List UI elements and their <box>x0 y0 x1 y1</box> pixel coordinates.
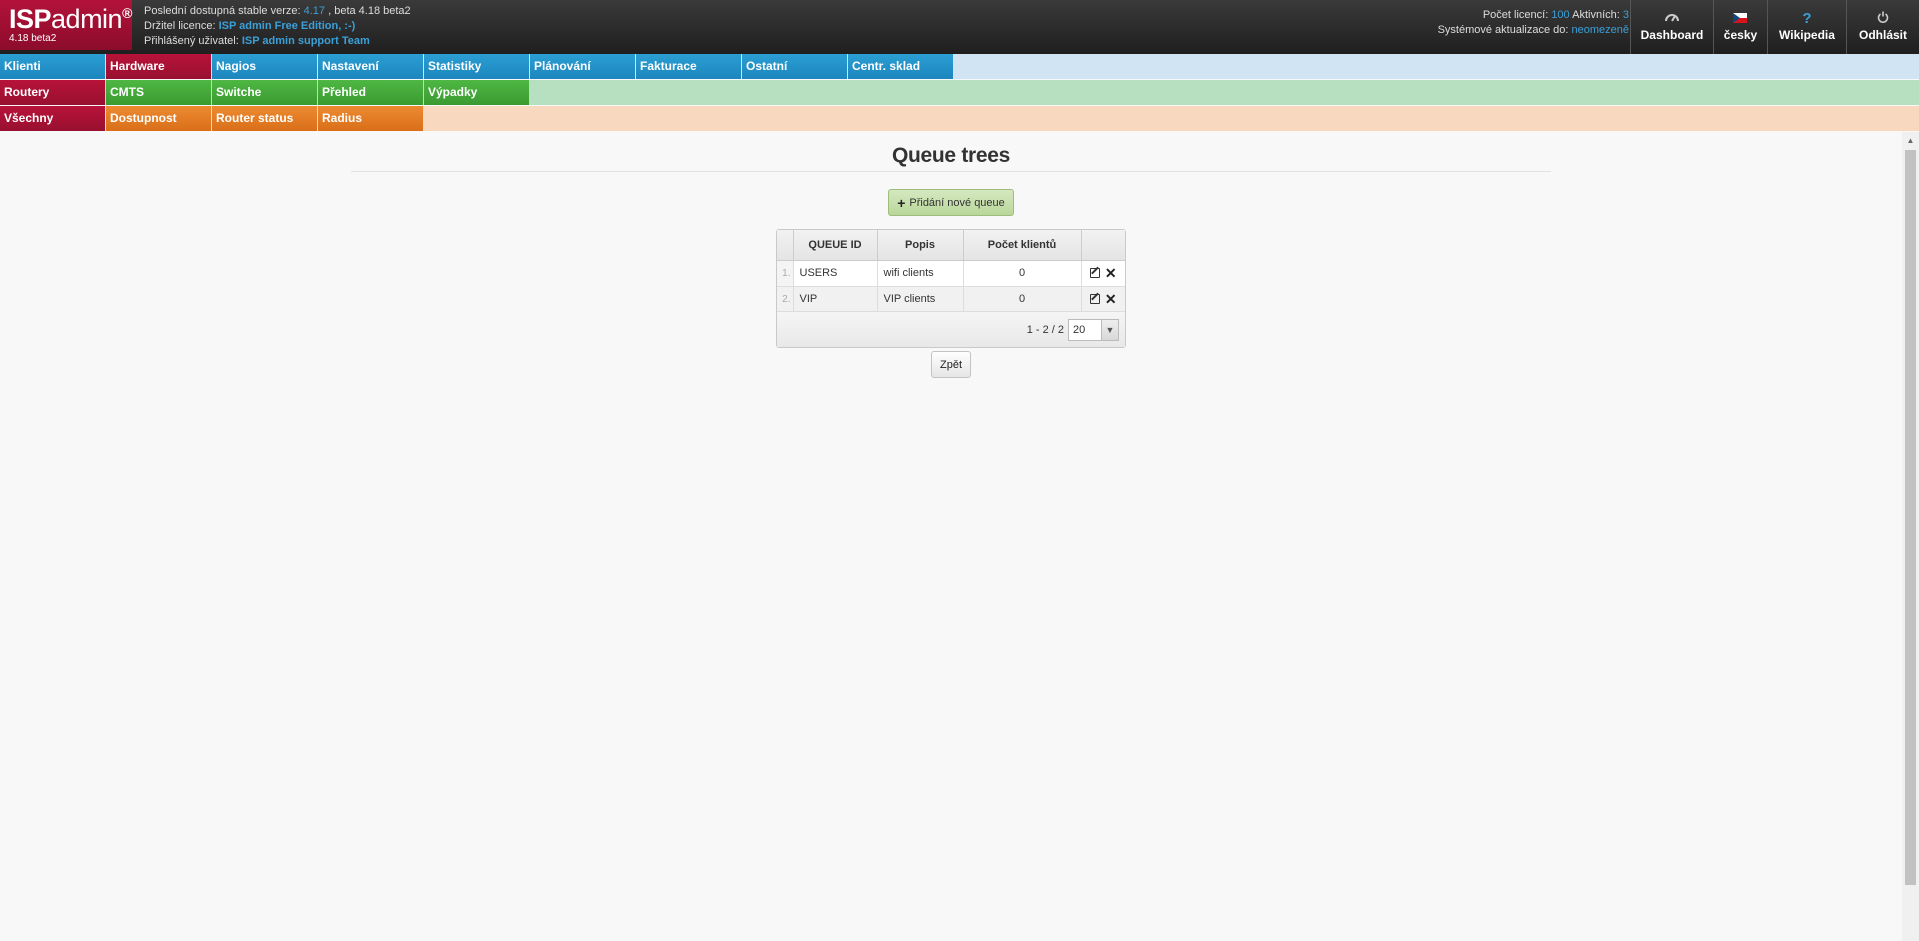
delete-icon[interactable]: ✕ <box>1105 266 1117 280</box>
delete-icon[interactable]: ✕ <box>1105 292 1117 306</box>
edit-icon[interactable] <box>1089 268 1100 279</box>
actions-header <box>1081 230 1125 261</box>
plus-icon: + <box>897 194 906 211</box>
dashboard-gauge-icon <box>1664 11 1679 27</box>
ispadmin-logo[interactable]: ISPadmin® 4.18 beta2 <box>0 0 132 50</box>
license-count-label: Počet licencí: <box>1482 9 1549 21</box>
submenu-switche[interactable]: Switche <box>212 80 317 105</box>
scroll-up-arrow-icon[interactable]: ▲ <box>1902 132 1919 149</box>
menu-nagios[interactable]: Nagios <box>212 54 317 79</box>
submenu-router-status[interactable]: Router status <box>212 106 317 131</box>
queue-id-cell: VIP <box>793 286 878 313</box>
language-label: česky <box>1723 28 1758 42</box>
menu-ostatni[interactable]: Ostatní <box>742 54 847 79</box>
logo-registered-mark: ® <box>122 5 132 21</box>
queue-id-cell: USERS <box>793 260 878 287</box>
routery-submenu: Všechny Dostupnost Router status Radius <box>0 106 1919 131</box>
vertical-scrollbar[interactable]: ▲ <box>1902 132 1919 941</box>
license-active-value: 3 <box>1622 9 1629 21</box>
license-count-value: 100 <box>1551 9 1570 21</box>
title-divider <box>351 171 1551 172</box>
logged-user-value[interactable]: ISP admin support Team <box>242 35 370 47</box>
submenu-vsechny[interactable]: Všechny <box>0 106 105 131</box>
menu-klienti[interactable]: Klienti <box>0 54 105 79</box>
column-pocet-klientu[interactable]: Počet klientů <box>963 230 1082 261</box>
menu-centr-sklad[interactable]: Centr. sklad <box>848 54 953 79</box>
submenu-radius[interactable]: Radius <box>318 106 423 131</box>
header-info: Poslední dostupná stable verze: 4.17 , b… <box>144 4 411 49</box>
top-header: ISPadmin® 4.18 beta2 Poslední dostupná s… <box>0 0 1919 54</box>
updates-value: neomezeně <box>1571 24 1630 36</box>
license-holder-value: ISP admin Free Edition, :-) <box>218 20 356 32</box>
menu-planovani[interactable]: Plánování <box>530 54 635 79</box>
add-queue-label: Přidání nové queue <box>909 196 1005 209</box>
chevron-down-icon[interactable]: ▼ <box>1101 319 1118 340</box>
page-size-select[interactable]: 20 ▼ <box>1068 318 1119 341</box>
page-size-value: 20 <box>1073 323 1086 336</box>
menu-fakturace[interactable]: Fakturace <box>636 54 741 79</box>
column-queue-id[interactable]: QUEUE ID <box>793 230 878 261</box>
logo-brand-thin: admin <box>51 4 123 34</box>
row-number-header <box>777 230 794 261</box>
wikipedia-button[interactable]: ? Wikipedia <box>1766 0 1846 54</box>
table-pager: 1 - 2 / 2 20 ▼ <box>777 311 1125 347</box>
main-menu: Klienti Hardware Nagios Nastavení Statis… <box>0 54 1919 79</box>
stable-version-label: Poslední dostupná stable verze: <box>144 5 301 17</box>
count-cell: 0 <box>963 260 1082 287</box>
table-row: 1. USERS wifi clients 0 ✕ <box>777 260 1125 287</box>
power-icon <box>1877 11 1889 27</box>
logout-button[interactable]: Odhlásit <box>1845 0 1919 54</box>
back-button[interactable]: Zpět <box>931 351 971 378</box>
language-button[interactable]: česky <box>1712 0 1767 54</box>
scrollbar-thumb[interactable] <box>1905 150 1916 885</box>
page-title: Queue trees <box>891 144 1011 167</box>
menu-nastaveni[interactable]: Nastavení <box>318 54 423 79</box>
row-number: 1. <box>777 260 794 287</box>
table-row: 2. VIP VIP clients 0 ✕ <box>777 286 1125 313</box>
submenu-routery[interactable]: Routery <box>0 80 105 105</box>
question-mark-icon: ? <box>1802 10 1812 27</box>
beta-version-text: , beta 4.18 beta2 <box>328 5 411 17</box>
license-info: Počet licencí: 100 Aktivních: 3 Systémov… <box>1438 8 1629 38</box>
logo-brand-bold: ISP <box>9 4 52 34</box>
column-popis[interactable]: Popis <box>877 230 964 261</box>
logged-user-label: Přihlášený uživatel: <box>144 35 239 47</box>
logout-label: Odhlásit <box>1858 28 1907 42</box>
menu-hardware[interactable]: Hardware <box>106 54 211 79</box>
dashboard-button[interactable]: Dashboard <box>1629 0 1713 54</box>
license-active-label: Aktivních: <box>1572 9 1620 21</box>
submenu-dostupnost[interactable]: Dostupnost <box>106 106 211 131</box>
header-buttons: Dashboard česky ? Wikipedia Odhlásit <box>1629 0 1919 54</box>
menu-statistiky[interactable]: Statistiky <box>424 54 529 79</box>
dashboard-label: Dashboard <box>1640 28 1704 42</box>
submenu-vypadky[interactable]: Výpadky <box>424 80 529 105</box>
pager-range: 1 - 2 / 2 <box>1026 323 1064 336</box>
count-cell: 0 <box>963 286 1082 313</box>
stable-version-link[interactable]: 4.17 <box>304 5 325 17</box>
hardware-submenu: Routery CMTS Switche Přehled Výpadky <box>0 80 1919 105</box>
wikipedia-label: Wikipedia <box>1779 28 1835 42</box>
actions-cell: ✕ <box>1081 260 1125 287</box>
queue-table: QUEUE ID Popis Počet klientů 1. USERS wi… <box>776 229 1126 348</box>
submenu-cmts[interactable]: CMTS <box>106 80 211 105</box>
popis-cell: wifi clients <box>877 260 964 287</box>
popis-cell: VIP clients <box>877 286 964 313</box>
updates-label: Systémové aktualizace do: <box>1437 24 1569 36</box>
actions-cell: ✕ <box>1081 286 1125 313</box>
add-queue-button[interactable]: + Přidání nové queue <box>888 189 1014 216</box>
czech-flag-icon <box>1733 11 1748 27</box>
logo-version: 4.18 beta2 <box>9 33 57 44</box>
submenu-prehled[interactable]: Přehled <box>318 80 423 105</box>
license-holder-label: Držitel licence: <box>144 20 216 32</box>
edit-icon[interactable] <box>1089 294 1100 305</box>
row-number: 2. <box>777 286 794 313</box>
